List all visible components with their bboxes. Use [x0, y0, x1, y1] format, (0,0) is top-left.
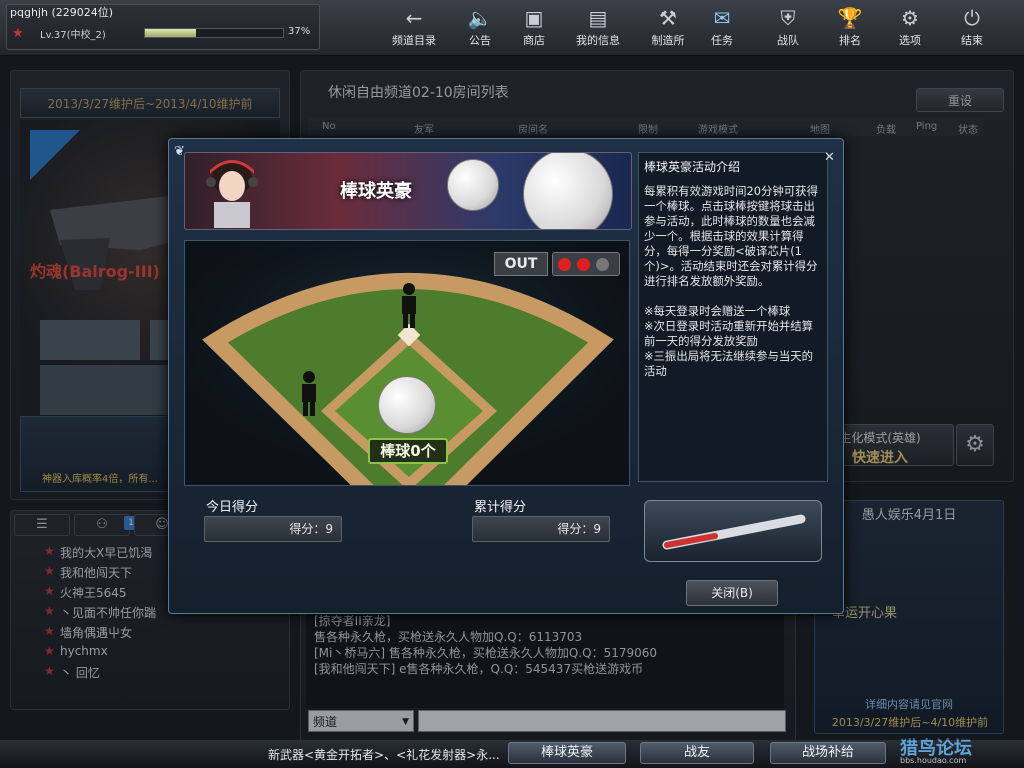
total-score-label: 累计得分 — [474, 500, 527, 515]
nav-label: 商店 — [523, 34, 545, 47]
out-lights — [552, 252, 620, 276]
today-score-label: 今日得分 — [206, 500, 259, 515]
nav-label: 频道目录 — [392, 34, 436, 47]
fielder-icon — [398, 282, 420, 328]
speaker-icon: 🔈 — [467, 6, 493, 30]
swing-bat-button[interactable] — [644, 500, 822, 562]
event-info-title: 棒球英豪活动介绍 — [644, 160, 741, 174]
fielder-icon — [298, 370, 320, 416]
gear-icon: ⚙ — [901, 6, 919, 30]
nav-button-8[interactable]: ⚙ 选项 — [882, 4, 938, 52]
out-light-off — [596, 258, 609, 271]
nav-button-5[interactable]: ✉ 任务 — [694, 4, 750, 52]
nav-label: 公告 — [469, 34, 491, 47]
nav-button-9[interactable]: ⏻ 结束 — [944, 4, 1000, 52]
comrade-button[interactable]: 战友 — [640, 742, 754, 764]
xp-percent: 37% — [288, 26, 311, 37]
close-button[interactable]: 关闭(B) — [686, 580, 778, 606]
out-light-on — [558, 258, 571, 271]
baseball-icon — [447, 159, 499, 211]
nav-label: 选项 — [899, 34, 921, 47]
battle-supply-button[interactable]: 战场补给 — [770, 742, 886, 764]
today-score-value: 得分：9 — [204, 516, 342, 542]
nav-label: 制造所 — [651, 34, 685, 47]
xp-bar — [144, 28, 284, 38]
rank-icon: ★ — [12, 26, 24, 41]
baseball-large-icon — [523, 153, 613, 229]
event-title: 棒球英豪 — [340, 181, 412, 202]
xp-bar-fill — [145, 29, 197, 37]
nav-button-0[interactable]: ← 频道目录 — [386, 4, 442, 52]
out-light-on — [577, 258, 590, 271]
profile-card-icon: ▤ — [588, 6, 608, 30]
nav-label: 我的信息 — [576, 34, 620, 47]
nav-button-4[interactable]: ⚒ 制造所 — [640, 4, 696, 52]
nav-label: 战队 — [777, 34, 799, 47]
ball-count: 棒球0个 — [368, 438, 448, 464]
baseball-event-button[interactable]: 棒球英豪 — [508, 742, 626, 764]
nav-button-2[interactable]: ▣ 商店 — [506, 4, 562, 52]
news-ticker: 新武器<黄金开拓者>、<礼花发射器>永... — [268, 748, 500, 762]
user-name: pqghjh (229024位) — [10, 6, 114, 19]
nav-button-7[interactable]: 🏆 排名 — [822, 4, 878, 52]
watermark-url: bbs.houdao.com — [900, 756, 967, 765]
nav-button-3[interactable]: ▤ 我的信息 — [570, 4, 626, 52]
close-icon[interactable]: ✕ — [824, 150, 835, 165]
event-info-body: 每累积有效游戏时间20分钟可获得一个棒球。点击球棒按键将球击出参与活动，此时棒球… — [644, 184, 818, 378]
total-score-value: 得分：9 — [472, 516, 610, 542]
baseball-bat-icon — [662, 514, 806, 550]
mission-icon: ✉ — [713, 6, 731, 30]
nav-label: 任务 — [711, 34, 733, 47]
nav-label: 排名 — [839, 34, 861, 47]
user-level: Lv.37(中校_2) — [40, 30, 106, 41]
clan-shield-icon: ⛨ — [780, 6, 796, 30]
power-icon: ⏻ — [964, 6, 980, 30]
nav-button-6[interactable]: ⛨ 战队 — [760, 4, 816, 52]
baseball-icon — [378, 376, 436, 434]
trophy-icon: 🏆 — [837, 6, 863, 30]
shop-icon: ▣ — [524, 6, 544, 30]
back-arrow-icon: ← — [405, 6, 423, 30]
out-indicator: OUT — [494, 252, 548, 276]
factory-icon: ⚒ — [659, 6, 677, 30]
character-portrait — [200, 156, 264, 228]
nav-label: 结束 — [961, 34, 983, 47]
nav-button-1[interactable]: 🔈 公告 — [452, 4, 508, 52]
